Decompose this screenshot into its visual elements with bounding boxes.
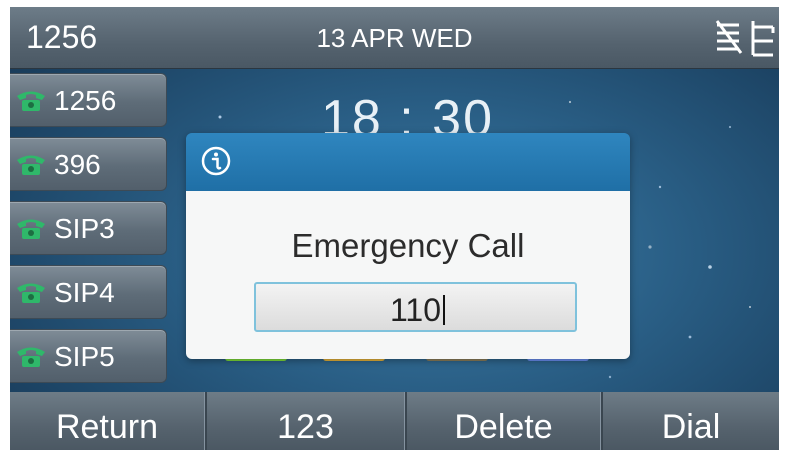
line-key-label: SIP4 (54, 277, 115, 308)
phone-icon (17, 155, 45, 175)
line-key-2[interactable]: 396 (10, 137, 167, 191)
input-mode-softkey[interactable]: 123 (205, 392, 405, 450)
line-key-label: 396 (54, 149, 101, 180)
status-date: 13 APR WED (316, 23, 473, 53)
info-icon (201, 146, 231, 176)
emergency-call-dialog: Emergency Call 110 (186, 133, 630, 359)
phone-icon (17, 219, 45, 239)
return-softkey[interactable]: Return (10, 392, 205, 450)
phone-icon (17, 91, 45, 111)
network-lan-icon (751, 21, 775, 57)
line-key-4[interactable]: SIP4 (10, 265, 167, 319)
phone-screen: 1256 13 APR WED 1256 396 SIP3 SIP4 SIP5 … (10, 7, 779, 450)
network-unavailable-icon (715, 20, 743, 54)
line-key-5[interactable]: SIP5 (10, 329, 167, 383)
dial-softkey[interactable]: Dial (601, 392, 779, 450)
network-status-icons (715, 20, 775, 57)
line-key-label: 1256 (54, 85, 117, 116)
status-bar: 1256 13 APR WED (10, 7, 779, 69)
delete-softkey[interactable]: Delete (405, 392, 601, 450)
phone-icon (17, 283, 45, 303)
emergency-number-value: 110 (256, 292, 579, 329)
dialog-body: Emergency Call 110 (186, 191, 630, 359)
line-key-label: SIP3 (54, 213, 115, 244)
phone-icon (17, 347, 45, 367)
emergency-number-input[interactable]: 110 (254, 282, 577, 332)
line-key-label: SIP5 (54, 341, 115, 372)
softkey-bar: Return 123 Delete Dial (10, 392, 779, 450)
line-key-1[interactable]: 1256 (10, 73, 167, 127)
text-cursor (443, 295, 445, 325)
dialog-header (186, 133, 630, 191)
dialog-title: Emergency Call (291, 227, 525, 264)
line-key-3[interactable]: SIP3 (10, 201, 167, 255)
emergency-number-text: 110 (389, 292, 441, 328)
